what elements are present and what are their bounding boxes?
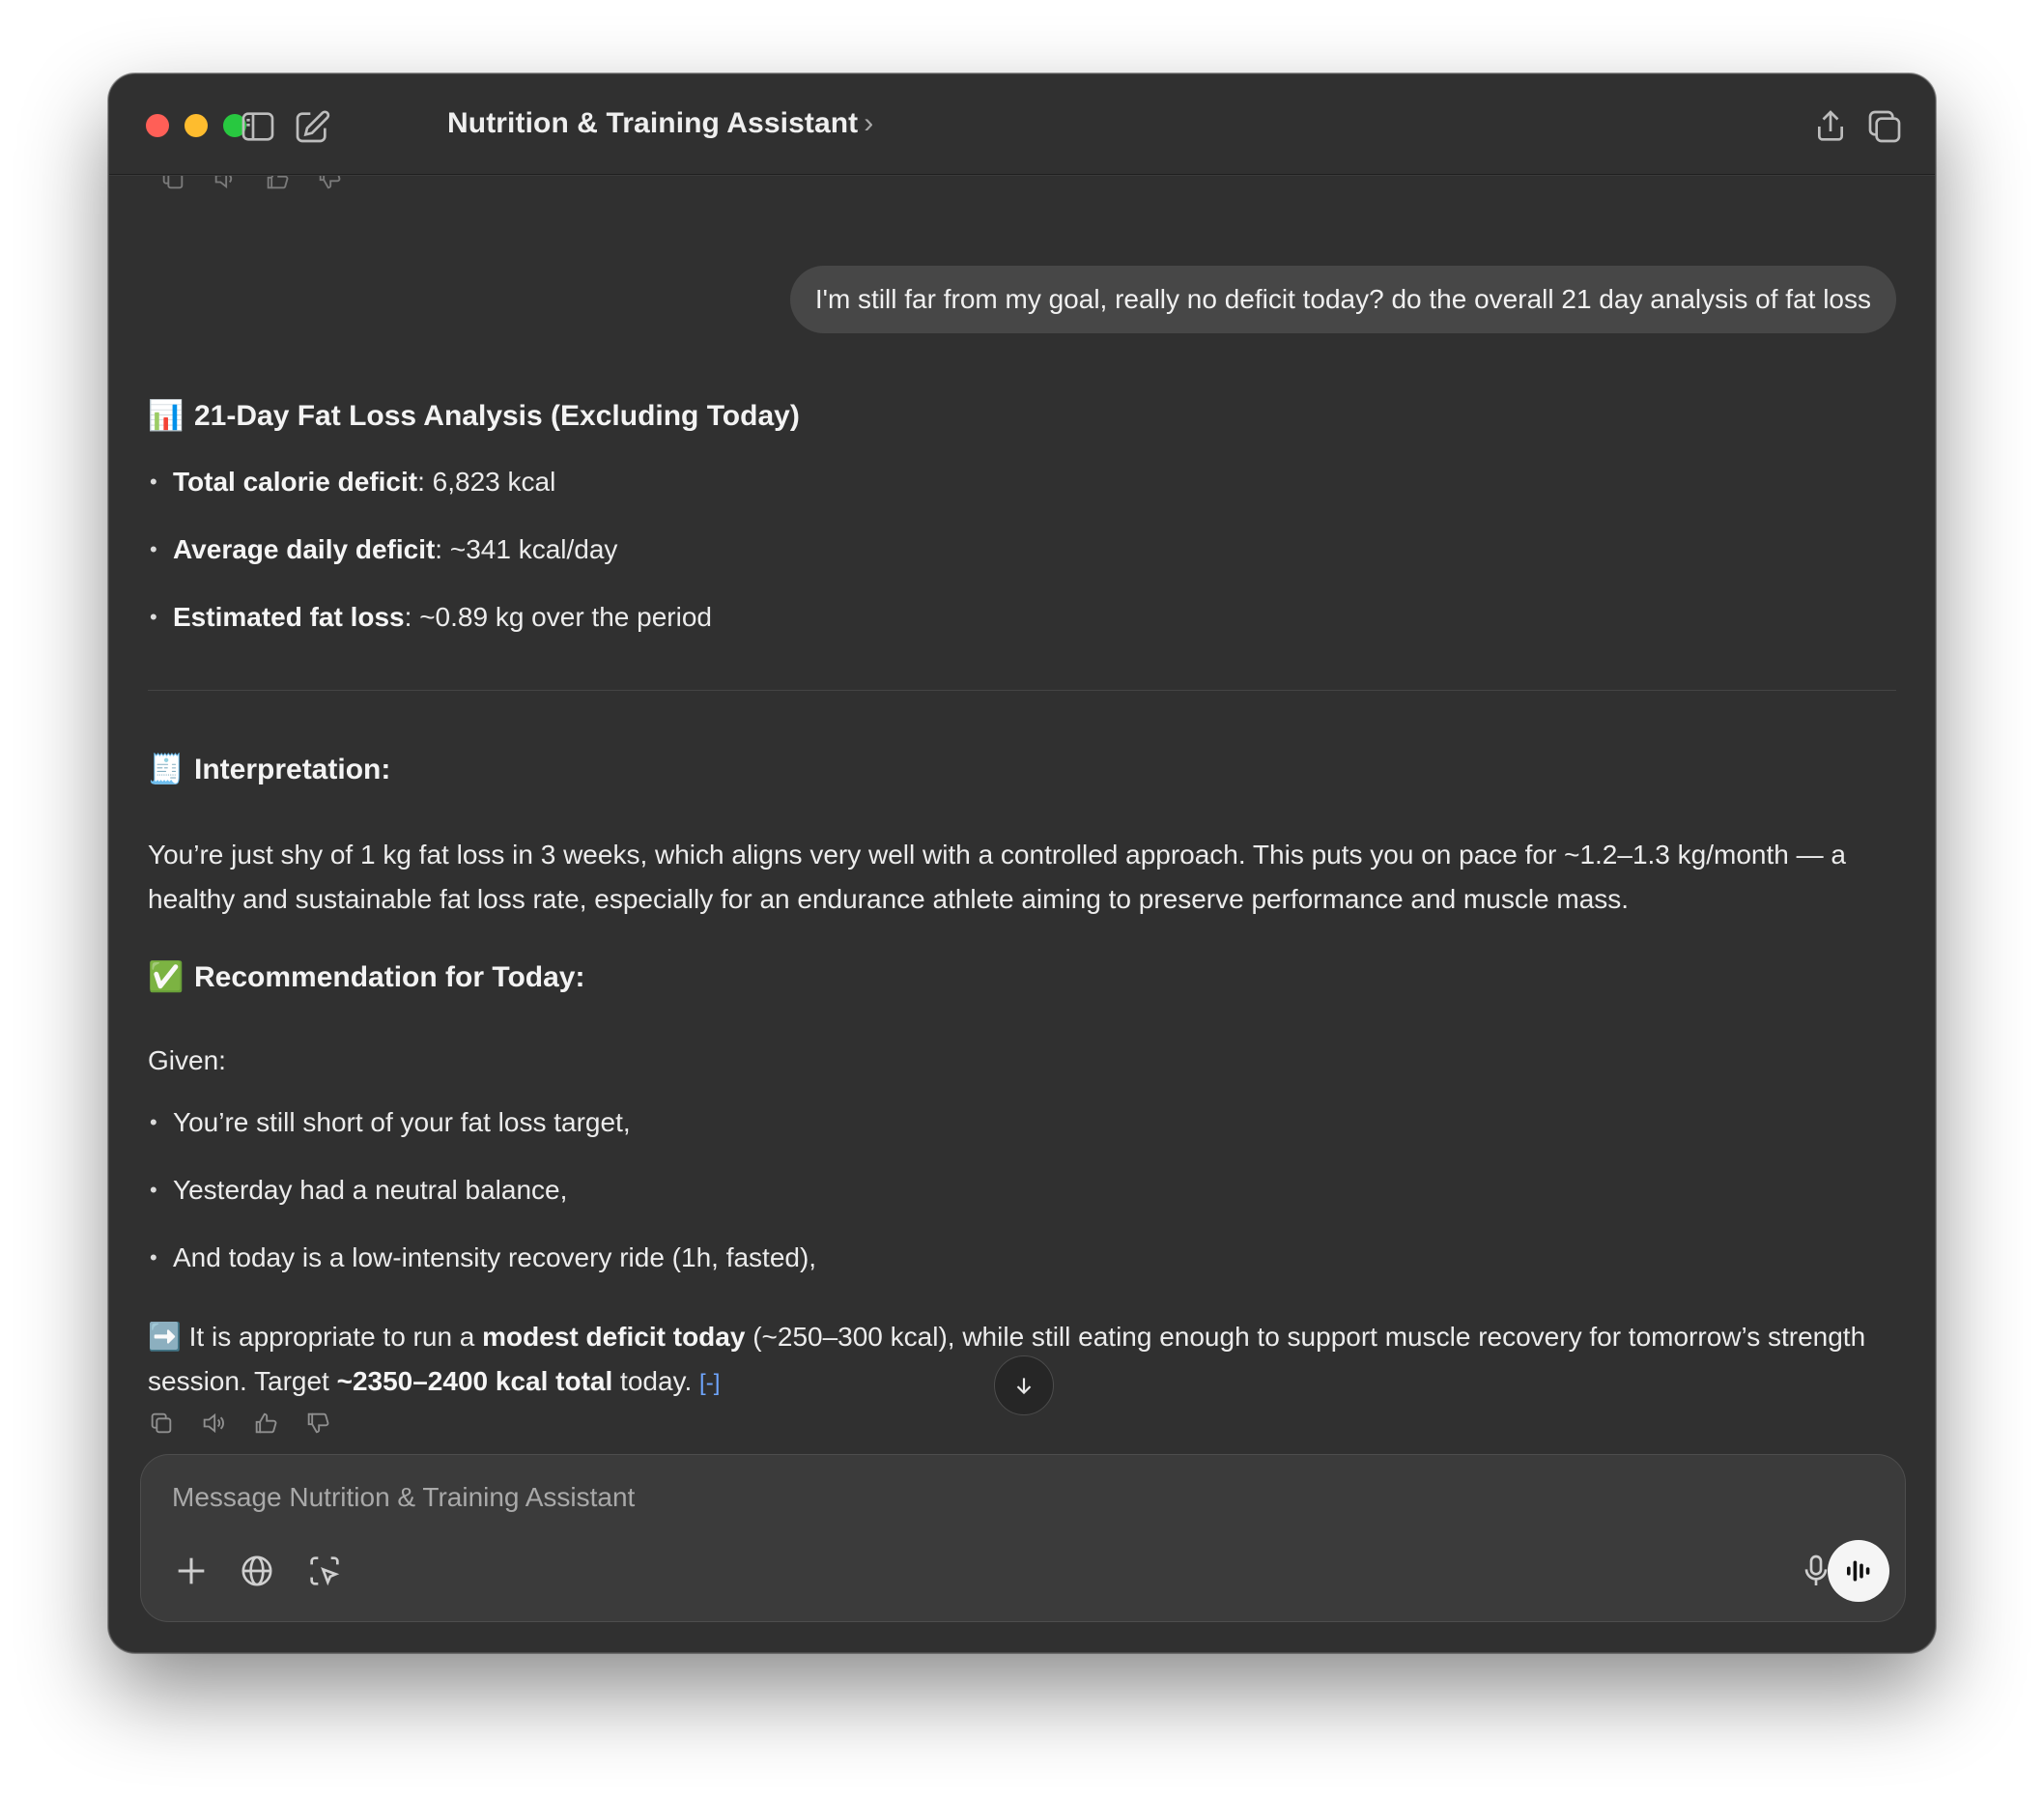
section-divider: [148, 690, 1896, 691]
close-window-button[interactable]: [146, 114, 169, 137]
title-bar: Nutrition & Training Assistant ›: [109, 74, 1935, 175]
thumbs-up-icon[interactable]: [264, 175, 291, 192]
globe-icon[interactable]: [238, 1552, 276, 1590]
list-item-value: : ~341 kcal/day: [435, 534, 618, 564]
analysis-heading-text: 21-Day Fat Loss Analysis (Excluding Toda…: [194, 399, 800, 432]
message-input[interactable]: Message Nutrition & Training Assistant: [172, 1482, 635, 1513]
read-aloud-icon[interactable]: [212, 175, 239, 192]
chevron-right-icon: ›: [864, 107, 874, 139]
conclusion-bold-2: ~2350–2400 kcal total: [336, 1366, 613, 1396]
message-composer[interactable]: Message Nutrition & Training Assistant: [140, 1454, 1906, 1622]
sidebar-toggle-icon[interactable]: [239, 107, 277, 146]
recommendation-heading: ✅ Recommendation for Today:: [148, 960, 1896, 994]
arrow-right-emoji-icon: ➡️: [148, 1322, 182, 1352]
plus-icon[interactable]: [172, 1552, 211, 1590]
app-window: Nutrition & Training Assistant › I'm sti…: [108, 73, 1936, 1653]
check-mark-emoji-icon: ✅: [148, 961, 185, 993]
voice-mode-icon: [1847, 1560, 1870, 1582]
user-message-bubble: I'm still far from my goal, really no de…: [789, 266, 1896, 333]
conclusion-bold-1: modest deficit today: [482, 1322, 746, 1352]
scroll-to-bottom-button[interactable]: [994, 1355, 1054, 1415]
conclusion-text-1: It is appropriate to run a: [181, 1322, 483, 1352]
message-actions: [148, 1410, 331, 1437]
assistant-message: 📊 21-Day Fat Loss Analysis (Excluding To…: [148, 391, 1896, 1406]
new-chat-icon[interactable]: [293, 107, 331, 146]
new-window-icon[interactable]: [1865, 107, 1904, 146]
list-item: You’re still short of your fat loss targ…: [148, 1106, 1896, 1139]
chat-scroll-area[interactable]: I'm still far from my goal, really no de…: [148, 175, 1896, 1459]
interpretation-heading: 🧾 Interpretation:: [148, 753, 1896, 786]
list-item: And today is a low-intensity recovery ri…: [148, 1241, 1896, 1274]
list-item-value: : ~0.89 kg over the period: [404, 602, 712, 632]
recommendation-heading-text: Recommendation for Today:: [194, 960, 585, 993]
thumbs-down-icon[interactable]: [304, 1410, 331, 1437]
share-icon[interactable]: [1811, 107, 1850, 146]
list-item-label: Estimated fat loss: [173, 602, 405, 632]
list-item-label: Total calorie deficit: [173, 467, 418, 497]
analysis-list: Total calorie deficit: 6,823 kcal Averag…: [148, 466, 1896, 634]
thumbs-up-icon[interactable]: [252, 1410, 279, 1437]
source-citation-icon[interactable]: [-]: [699, 1370, 720, 1396]
minimize-window-button[interactable]: [185, 114, 208, 137]
receipt-emoji-icon: 🧾: [148, 754, 185, 785]
analysis-heading: 📊 21-Day Fat Loss Analysis (Excluding To…: [148, 399, 1896, 433]
read-aloud-icon[interactable]: [200, 1410, 227, 1437]
bar-chart-emoji-icon: 📊: [148, 400, 185, 432]
given-label: Given:: [148, 1045, 226, 1075]
previous-message-actions: [159, 175, 343, 192]
conversation-title-text: Nutrition & Training Assistant: [447, 107, 859, 139]
copy-icon[interactable]: [148, 1410, 175, 1437]
voice-mode-button[interactable]: [1828, 1540, 1889, 1602]
thumbs-down-icon[interactable]: [316, 175, 343, 192]
interpretation-text: You’re just shy of 1 kg fat loss in 3 we…: [148, 840, 1846, 914]
list-item: Total calorie deficit: 6,823 kcal: [148, 466, 1896, 499]
copy-icon[interactable]: [159, 175, 186, 192]
list-item-value: : 6,823 kcal: [417, 467, 556, 497]
arrow-down-icon: [1016, 1378, 1032, 1395]
list-item: Average daily deficit: ~341 kcal/day: [148, 533, 1896, 566]
interpretation-heading-text: Interpretation:: [194, 753, 391, 785]
conclusion-text-3: today.: [612, 1366, 693, 1396]
screen-select-icon[interactable]: [305, 1552, 344, 1590]
list-item: Yesterday had a neutral balance,: [148, 1174, 1896, 1207]
conversation-title[interactable]: Nutrition & Training Assistant ›: [447, 107, 873, 140]
list-item: Estimated fat loss: ~0.89 kg over the pe…: [148, 601, 1896, 634]
list-item-label: Average daily deficit: [173, 534, 436, 564]
given-list: You’re still short of your fat loss targ…: [148, 1106, 1896, 1274]
